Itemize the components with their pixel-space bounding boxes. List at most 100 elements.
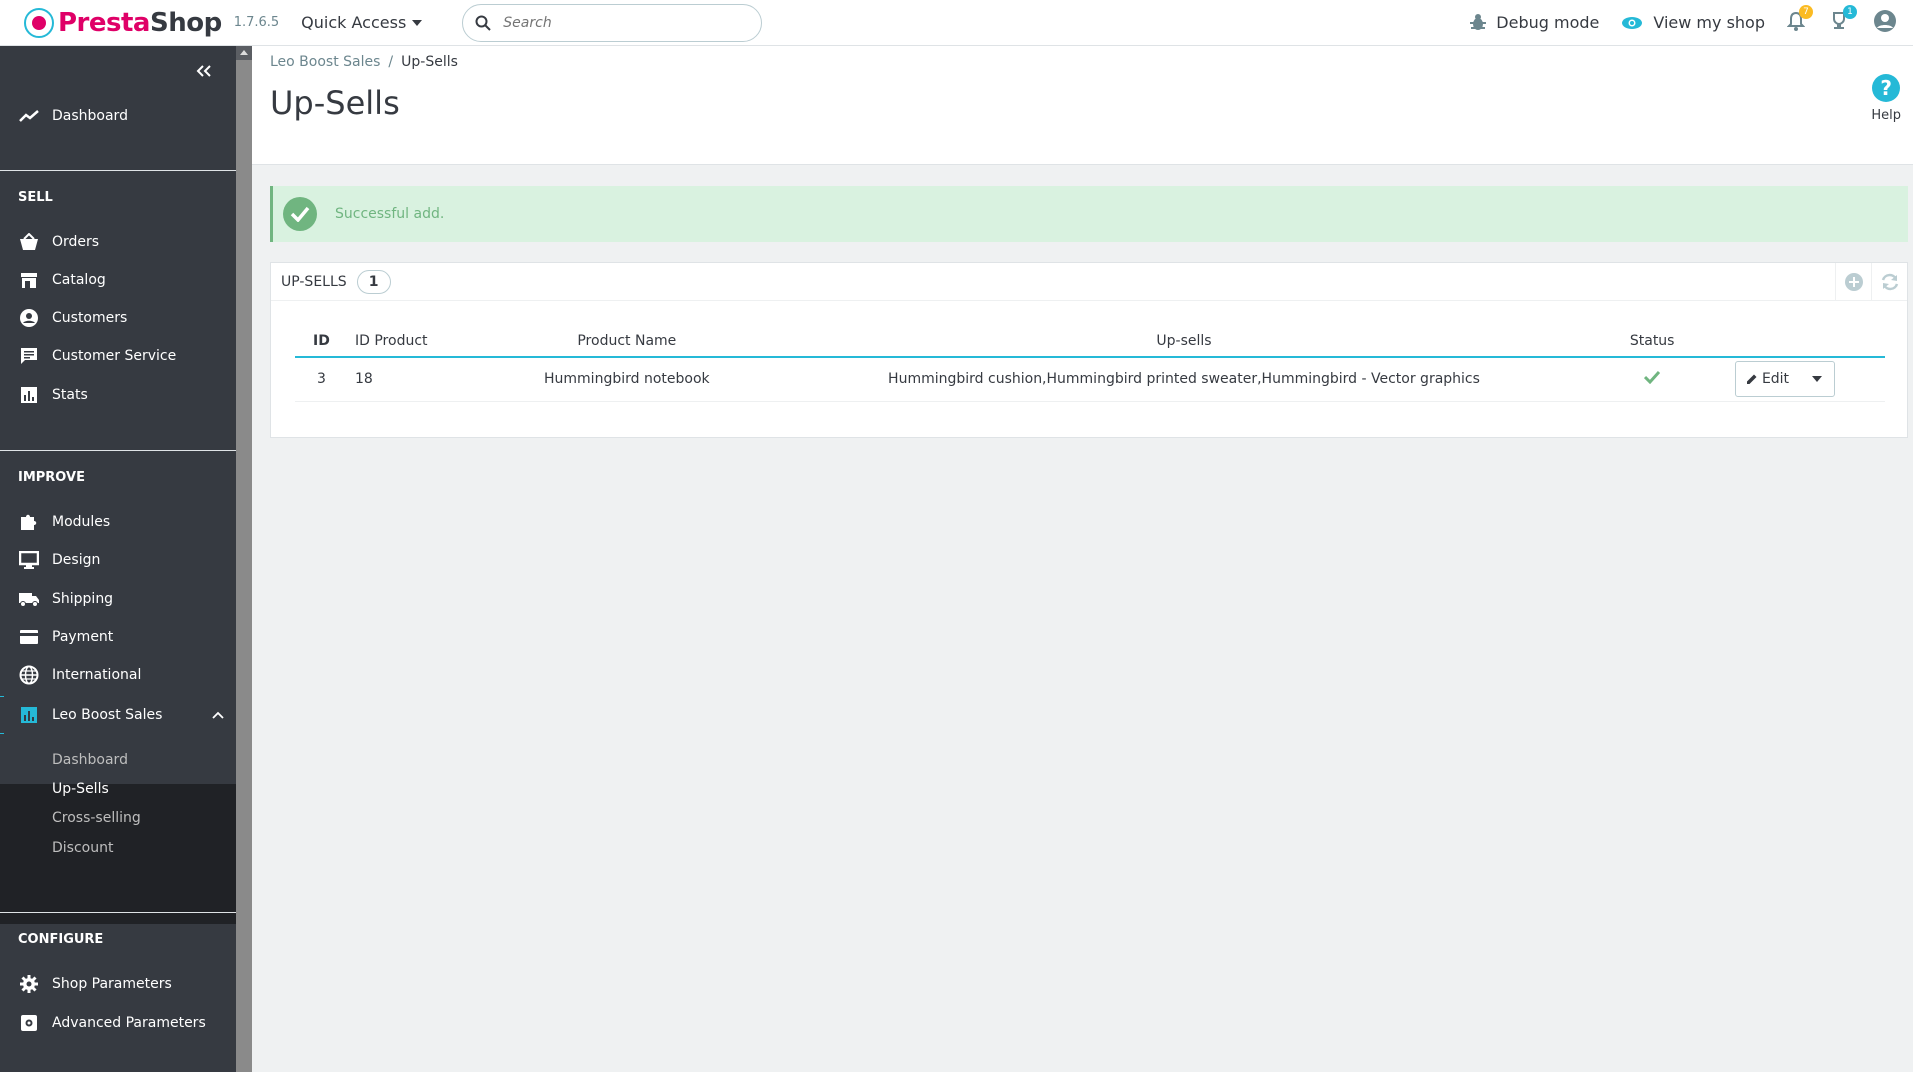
settings-box-icon xyxy=(18,1012,40,1034)
top-header: PrestaShop 1.7.6.5 Quick Access Debug mo… xyxy=(0,0,1913,46)
scroll-up-arrow[interactable] xyxy=(236,46,252,60)
sidebar-item-label: Payment xyxy=(52,629,114,645)
sidebar-item-label: Stats xyxy=(52,387,88,403)
sidebar-item-customer-service[interactable]: Customer Service xyxy=(0,338,236,374)
sidebar-item-modules[interactable]: Modules xyxy=(0,504,236,540)
sidebar-item-label: Advanced Parameters xyxy=(52,1015,206,1031)
sidebar-item-stats[interactable]: Stats xyxy=(0,377,236,413)
submenu-item-discount[interactable]: Discount xyxy=(52,840,113,856)
check-circle-icon xyxy=(283,197,317,231)
sidebar-item-customers[interactable]: Customers xyxy=(0,300,236,336)
sidebar-item-payment[interactable]: Payment xyxy=(0,619,236,655)
quick-access-dropdown[interactable]: Quick Access xyxy=(301,13,423,32)
sidebar-item-catalog[interactable]: Catalog xyxy=(0,262,236,298)
submenu-item-cross-selling[interactable]: Cross-selling xyxy=(52,810,141,826)
double-chevron-left-icon xyxy=(196,65,211,77)
prestashop-logo[interactable]: PrestaShop xyxy=(24,7,222,38)
store-icon xyxy=(18,269,40,291)
notifications-button[interactable]: 7 xyxy=(1786,4,1813,35)
cell-actions: Edit xyxy=(1685,357,1885,402)
sidebar-item-dashboard[interactable]: Dashboard xyxy=(0,98,236,134)
quick-access-label: Quick Access xyxy=(301,13,407,32)
refresh-button[interactable] xyxy=(1871,263,1907,301)
cell-status xyxy=(1619,357,1685,402)
edit-dropdown-toggle[interactable] xyxy=(1800,362,1834,396)
column-header-status[interactable]: Status xyxy=(1619,325,1685,358)
sidebar-item-label: Customers xyxy=(52,310,128,326)
version-label: 1.7.6.5 xyxy=(233,15,280,30)
upsells-panel: UP-SELLS 1 ID ID Product Product Name Up… xyxy=(270,262,1908,438)
chat-icon xyxy=(18,345,40,367)
logo-text: PrestaShop xyxy=(58,7,222,38)
search-box[interactable] xyxy=(462,3,763,42)
chevron-up-icon xyxy=(212,711,224,719)
sidebar-item-shipping[interactable]: Shipping xyxy=(0,581,236,617)
sidebar-item-international[interactable]: International xyxy=(0,657,236,693)
debug-mode-link[interactable]: Debug mode xyxy=(1470,13,1599,32)
edit-button-label: Edit xyxy=(1761,371,1790,388)
caret-down-icon xyxy=(412,19,423,26)
search-icon xyxy=(475,15,491,31)
breadcrumb-current: Up-Sells xyxy=(401,54,458,70)
column-header-id-product[interactable]: ID Product xyxy=(355,325,505,358)
employee-avatar[interactable] xyxy=(1873,9,1897,37)
user-icon xyxy=(1874,9,1896,32)
sidebar-item-orders[interactable]: Orders xyxy=(0,224,236,260)
submenu-item-dashboard[interactable]: Dashboard xyxy=(52,752,128,768)
cell-product-name: Hummingbird notebook xyxy=(505,357,749,402)
check-icon[interactable] xyxy=(1644,370,1661,385)
sidebar-item-label: Dashboard xyxy=(52,108,128,124)
credit-card-icon xyxy=(18,626,40,648)
refresh-icon xyxy=(1881,273,1898,291)
page-header: Leo Boost Sales / Up-Sells Up-Sells ? Help xyxy=(252,46,1913,165)
account-circle-icon xyxy=(18,307,40,329)
sidebar-item-advanced-parameters[interactable]: Advanced Parameters xyxy=(0,1005,236,1041)
submenu-item-up-sells[interactable]: Up-Sells xyxy=(52,781,109,797)
cell-upsells: Hummingbird cushion,Hummingbird printed … xyxy=(748,357,1620,402)
collapse-sidebar-button[interactable] xyxy=(196,62,212,81)
column-header-actions xyxy=(1685,325,1885,358)
sidebar-item-label: Customer Service xyxy=(52,348,177,364)
bar-chart-icon xyxy=(18,384,40,406)
edit-button-group: Edit xyxy=(1734,361,1836,398)
sidebar-item-leo-boost-sales[interactable]: Leo Boost Sales xyxy=(0,697,236,733)
debug-mode-label: Debug mode xyxy=(1496,13,1600,32)
sidebar-item-label: Shop Parameters xyxy=(52,976,172,992)
sidebar-scrollbar[interactable] xyxy=(236,46,252,1072)
truck-icon xyxy=(18,588,40,610)
prestashop-logo-icon xyxy=(24,7,54,38)
table-row[interactable]: 3 18 Hummingbird notebook Hummingbird cu… xyxy=(295,357,1885,402)
trophy-badge: 1 xyxy=(1843,4,1857,19)
sidebar-item-label: Shipping xyxy=(52,591,114,607)
sidebar: Dashboard SELL Orders Catalog Customers … xyxy=(0,46,236,1072)
add-new-button[interactable] xyxy=(1835,263,1871,301)
cell-id: 3 xyxy=(295,357,355,402)
view-my-shop-link[interactable]: View my shop xyxy=(1621,13,1765,32)
panel-toolbar xyxy=(1835,263,1907,301)
alert-message: Successful add. xyxy=(335,206,445,222)
sidebar-item-label: Design xyxy=(52,552,101,568)
basket-icon xyxy=(18,231,40,253)
column-header-product-name[interactable]: Product Name xyxy=(505,325,749,358)
sidebar-divider xyxy=(0,450,236,451)
upsells-table: ID ID Product Product Name Up-sells Stat… xyxy=(295,325,1885,402)
sidebar-divider xyxy=(0,912,236,913)
trophy-button[interactable]: 1 xyxy=(1829,4,1857,35)
breadcrumb-parent[interactable]: Leo Boost Sales xyxy=(270,54,380,70)
notifications-badge: 7 xyxy=(1799,4,1813,19)
cell-id-product: 18 xyxy=(355,357,505,402)
section-title-sell: SELL xyxy=(18,190,53,205)
monitor-icon xyxy=(18,549,40,571)
sidebar-item-shop-parameters[interactable]: Shop Parameters xyxy=(0,966,236,1002)
breadcrumb: Leo Boost Sales / Up-Sells xyxy=(270,54,458,70)
edit-button[interactable]: Edit xyxy=(1736,362,1801,397)
sidebar-item-label: Leo Boost Sales xyxy=(52,707,163,723)
column-header-upsells[interactable]: Up-sells xyxy=(748,325,1620,358)
page-title: Up-Sells xyxy=(270,84,400,122)
search-input[interactable] xyxy=(503,14,734,31)
sidebar-item-design[interactable]: Design xyxy=(0,542,236,578)
help-button[interactable]: ? Help xyxy=(1871,74,1901,123)
column-header-id[interactable]: ID xyxy=(295,325,355,358)
help-icon: ? xyxy=(1872,74,1901,102)
trending-up-icon xyxy=(18,105,40,127)
